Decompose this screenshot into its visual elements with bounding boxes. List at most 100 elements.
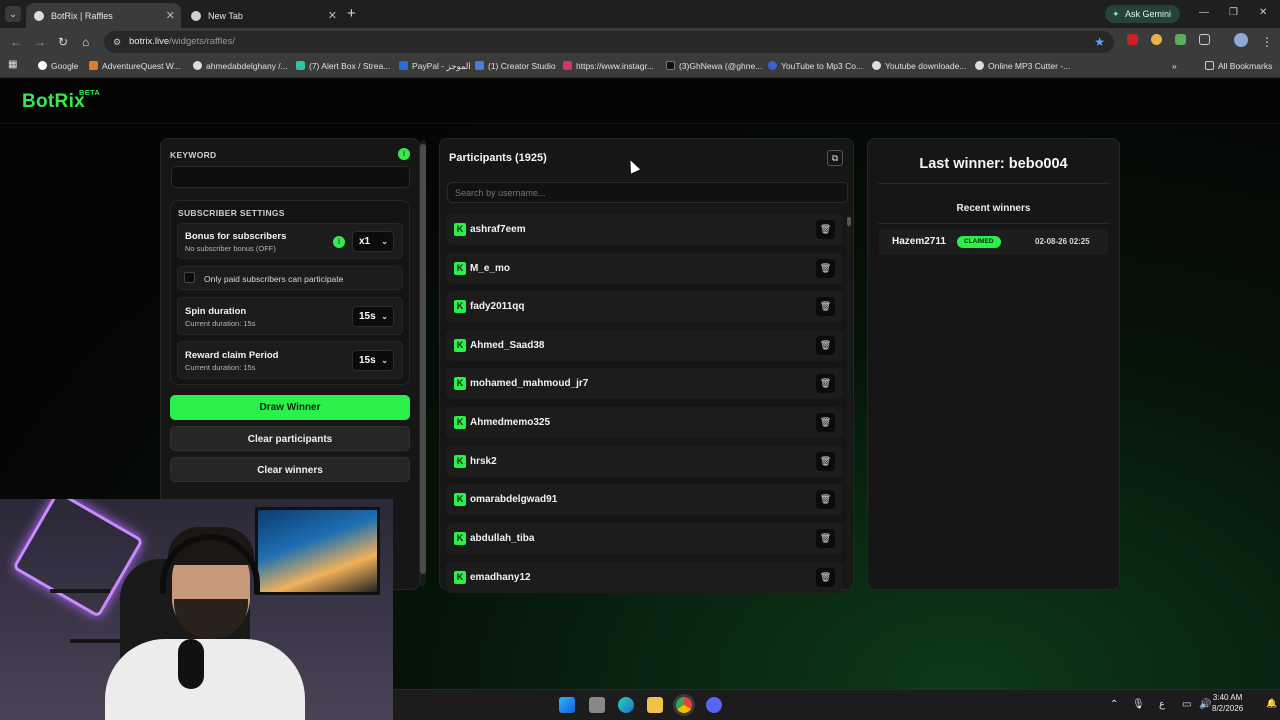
reload-icon[interactable]: ↻	[58, 35, 68, 49]
paid-only-checkbox[interactable]	[184, 272, 195, 283]
site-info-icon[interactable]: ⚙	[113, 31, 121, 53]
back-icon[interactable]: ←	[10, 35, 22, 49]
botrix-logo[interactable]: BotRix BETA	[22, 88, 100, 113]
list-item[interactable]: Kmohamed_mahmoud_jr7 🗑	[446, 368, 843, 399]
trash-icon[interactable]: 🗑	[816, 413, 835, 432]
info-icon[interactable]: i	[398, 148, 410, 160]
copy-icon[interactable]: ⧉	[827, 150, 843, 166]
trash-icon[interactable]: 🗑	[816, 490, 835, 509]
subscriber-settings-label: SUBSCRIBER SETTINGS	[178, 208, 285, 218]
trash-icon[interactable]: 🗑	[816, 336, 835, 355]
extension-icon[interactable]	[1151, 34, 1162, 45]
restore-icon[interactable]: ❐	[1229, 7, 1238, 18]
edge-icon[interactable]	[618, 697, 634, 713]
close-window-icon[interactable]: ✕	[1259, 7, 1267, 18]
bookmark-item[interactable]: ahmedabdelghany /...	[193, 61, 288, 71]
bookmark-star-icon[interactable]: ★	[1094, 31, 1105, 53]
bookmark-item[interactable]: Youtube downloade...	[872, 61, 966, 71]
forward-icon[interactable]: →	[34, 35, 46, 49]
trash-icon[interactable]: 🗑	[816, 374, 835, 393]
scrollbar-thumb[interactable]	[420, 144, 426, 574]
folder-icon	[1205, 61, 1214, 70]
home-icon[interactable]: ⌂	[82, 35, 89, 49]
participant-search-input[interactable]	[447, 182, 848, 203]
trash-icon[interactable]: 🗑	[816, 568, 835, 587]
bookmark-item[interactable]: Google	[38, 61, 78, 71]
bookmark-item[interactable]: YouTube to Mp3 Co...	[768, 61, 863, 71]
bookmark-item[interactable]: (7) Alert Box / Strea...	[296, 61, 390, 71]
trash-icon[interactable]: 🗑	[816, 297, 835, 316]
extension-icon[interactable]	[1127, 34, 1138, 45]
clear-winners-button[interactable]: Clear winners	[170, 457, 410, 482]
list-item[interactable]: Khrsk2 🗑	[446, 446, 843, 477]
url-input[interactable]: ⚙ botrix.live/widgets/raffles/ ★	[104, 31, 1114, 53]
tray-expand-icon[interactable]: ⌃	[1110, 699, 1118, 710]
list-item[interactable]: K Ahmedmemo325 🗑	[446, 407, 843, 438]
participants-scrollbar[interactable]	[847, 215, 851, 583]
tab-botrix[interactable]: BotRix | Raffles ✕	[26, 3, 181, 28]
draw-winner-button[interactable]: Draw Winner	[170, 395, 410, 420]
language-indicator[interactable]: ع	[1159, 699, 1165, 710]
participant-name: Ahmedmemo325	[470, 417, 551, 428]
info-icon[interactable]: i	[333, 236, 345, 248]
claim-period-select[interactable]: 15s ⌄	[352, 350, 394, 371]
extension-icon[interactable]	[1175, 34, 1186, 45]
minimize-icon[interactable]: —	[1199, 7, 1209, 18]
bookmark-item[interactable]: AdventureQuest W...	[89, 61, 180, 71]
participant-name: Ahmed_Saad38	[470, 340, 545, 351]
trash-icon[interactable]: 🗑	[816, 452, 835, 471]
network-icon[interactable]: ▭	[1182, 699, 1191, 710]
ask-gemini-button[interactable]: Ask Gemini	[1105, 5, 1181, 23]
file-explorer-icon[interactable]	[647, 697, 663, 713]
bookmark-item[interactable]: PayPal - الموجز	[399, 61, 471, 72]
bonus-multiplier-select[interactable]: x1 ⌄	[352, 231, 394, 252]
bookmark-item[interactable]: (3)GhNewa (@ghne...	[666, 61, 762, 71]
close-tab-icon[interactable]: ✕	[328, 9, 337, 22]
trash-icon[interactable]: 🗑	[816, 529, 835, 548]
notification-bell-icon[interactable]: 🔔	[1266, 698, 1277, 709]
close-tab-icon[interactable]: ✕	[166, 9, 175, 22]
participant-name: omarabdelgwad91	[470, 494, 558, 505]
new-tab-plus-icon[interactable]: +	[347, 5, 356, 22]
trash-icon[interactable]: 🗑	[816, 259, 835, 278]
list-item[interactable]: Kashraf7eem 🗑	[446, 214, 843, 245]
settings-scrollbar[interactable]	[420, 140, 426, 586]
chrome-icon[interactable]	[676, 697, 692, 713]
volume-icon[interactable]: 🔊	[1199, 699, 1211, 710]
bookmarks-bar: ▦ Google AdventureQuest W... ahmedabdelg…	[0, 56, 1280, 78]
list-item[interactable]: K M_e_mo 🗑	[446, 253, 843, 284]
windows-start-icon[interactable]	[559, 697, 575, 713]
bookmark-item[interactable]: https://www.instagr...	[563, 61, 654, 71]
all-bookmarks-button[interactable]: All Bookmarks	[1205, 61, 1272, 71]
windows-taskbar: ⌃ 🎙 ع ▭ 🔊	[393, 689, 1280, 720]
keyword-input[interactable]	[171, 166, 410, 188]
extensions-puzzle-icon[interactable]	[1199, 34, 1210, 45]
bookmark-item[interactable]: (1) Creator Studio	[475, 61, 556, 71]
taskbar-clock[interactable]: 3:40 AM 8/2/2026	[1212, 692, 1243, 714]
list-item[interactable]: K Ahmed_Saad38 🗑	[446, 330, 843, 361]
list-item[interactable]: Kabdullah_tiba 🗑	[446, 523, 843, 554]
list-item[interactable]: Kemadhany12 🗑	[446, 562, 843, 593]
bonus-title: Bonus for subscribers	[185, 231, 287, 242]
recent-winner-row[interactable]: Hazem2711 CLAIMED 02-08-26 02:25	[879, 229, 1108, 255]
menu-kebab-icon[interactable]: ⋮	[1261, 35, 1273, 49]
apps-grid-icon[interactable]: ▦	[8, 59, 17, 70]
discord-icon[interactable]	[706, 697, 722, 713]
tab-new-tab[interactable]: New Tab ✕	[183, 3, 343, 28]
profile-avatar[interactable]	[1234, 33, 1248, 47]
clear-participants-button[interactable]: Clear participants	[170, 426, 410, 451]
task-view-icon[interactable]	[589, 697, 605, 713]
participant-name: M_e_mo	[470, 263, 511, 274]
trash-icon[interactable]: 🗑	[816, 220, 835, 239]
microphone-icon[interactable]: 🎙	[1132, 699, 1145, 710]
bookmark-item[interactable]: Online MP3 Cutter -...	[975, 61, 1070, 71]
participant-name: abdullah_tiba	[470, 533, 535, 544]
botrix-favicon-icon	[34, 10, 44, 21]
list-item[interactable]: Komarabdelgwad91 🗑	[446, 484, 843, 515]
list-item[interactable]: Kfady2011qq 🗑	[446, 291, 843, 322]
scrollbar-thumb[interactable]	[847, 217, 851, 226]
more-bookmarks-icon[interactable]: »	[1172, 61, 1177, 71]
spin-duration-select[interactable]: 15s ⌄	[352, 306, 394, 327]
tab-search-icon[interactable]: ⌄	[5, 6, 21, 22]
chevron-down-icon: ⌄	[381, 312, 388, 321]
